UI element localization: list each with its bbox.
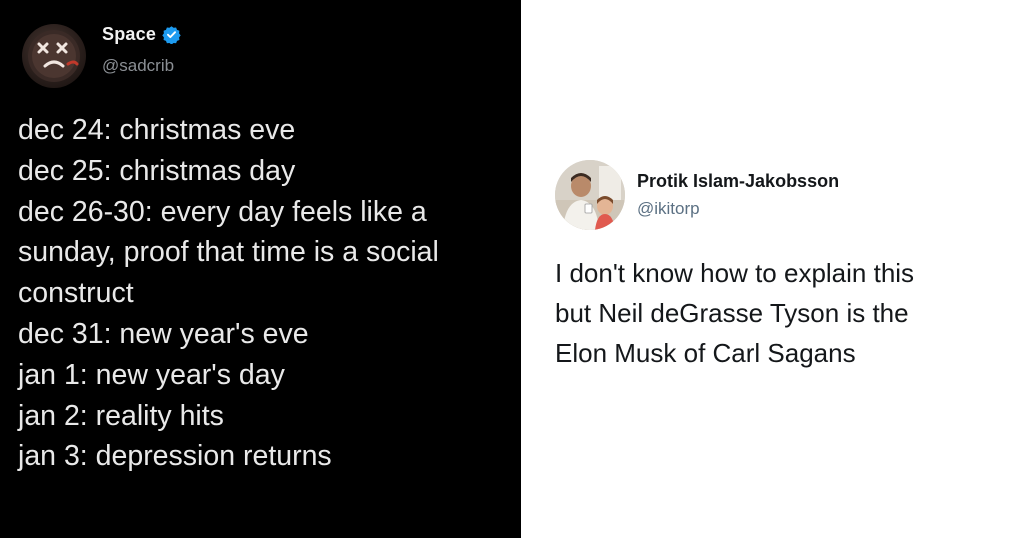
tweet-text-line: but Neil deGrasse Tyson is the <box>555 298 909 328</box>
tweet-text-line: dec 24: christmas eve <box>18 114 296 146</box>
xx-dead-face-icon <box>28 30 80 82</box>
tweet-text-line: I don't know how to explain this <box>555 258 915 288</box>
left-tweet-card: Space @sadcrib dec 24: christmas eve dec… <box>0 0 521 538</box>
verified-badge-icon <box>162 26 181 44</box>
left-tweet-display-name[interactable]: Space <box>102 24 156 45</box>
right-tweet-body: I don't know how to explain this but Nei… <box>555 253 1020 373</box>
left-tweet-body: dec 24: christmas eve dec 25: christmas … <box>18 110 518 477</box>
tweet-text-line: dec 25: christmas day <box>18 154 296 187</box>
right-tweet-avatar[interactable] <box>555 160 625 230</box>
tweet-text-line: jan 1: new year's day <box>18 358 285 391</box>
left-tweet-handle[interactable]: @sadcrib <box>102 56 174 76</box>
tweet-text-line: sunday, proof that time is a social <box>18 236 439 269</box>
tweet-text-line: construct <box>18 277 134 310</box>
right-tweet-display-name[interactable]: Protik Islam-Jakobsson <box>637 171 839 192</box>
right-tweet-handle[interactable]: @ikitorp <box>637 199 700 219</box>
tweet-text-line: dec 31: new year's eve <box>18 317 309 350</box>
tweet-text-line: dec 26-30: every day feels like a <box>18 195 427 228</box>
right-tweet-card: Protik Islam-Jakobsson @ikitorp I don't … <box>521 0 1024 538</box>
tweet-text-line: jan 2: reality hits <box>18 399 224 432</box>
left-tweet-name-row: Space <box>102 24 181 45</box>
tweet-text-line: jan 3: depression returns <box>18 440 332 473</box>
left-tweet-avatar[interactable] <box>22 24 86 88</box>
profile-photo-icon <box>555 160 625 230</box>
tweet-text-line: Elon Musk of Carl Sagans <box>555 338 856 368</box>
